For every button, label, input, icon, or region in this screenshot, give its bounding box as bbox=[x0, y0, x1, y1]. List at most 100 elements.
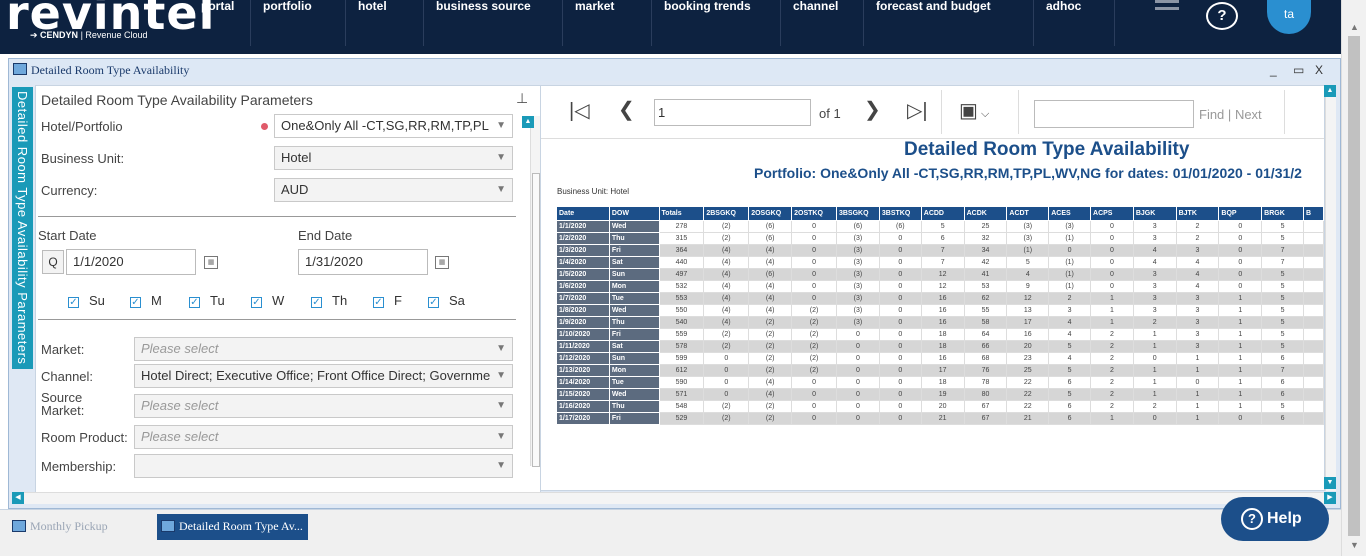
nav-channel[interactable]: channel bbox=[780, 0, 838, 46]
taskbar-tab-monthly-pickup[interactable]: Monthly Pickup bbox=[8, 514, 148, 540]
calendar-icon[interactable]: ▦ bbox=[204, 256, 218, 269]
checkbox-tu[interactable]: ✓ Tu bbox=[189, 293, 225, 308]
source-market-select[interactable]: Please select ▼ bbox=[134, 394, 513, 418]
table-cell bbox=[1303, 268, 1324, 281]
start-date-input[interactable]: 1/1/2020 bbox=[66, 249, 196, 275]
table-row: 1/2/2020 Thu 315 (2) (6) 0 (3) 0 6 32 (3) (1) 0 3 2 0 5 bbox=[556, 232, 1324, 245]
nav-hotel[interactable]: hotel bbox=[345, 0, 387, 46]
table-cell: 3 bbox=[1132, 232, 1177, 245]
scroll-up-icon[interactable]: ▲ bbox=[522, 116, 534, 128]
business-unit-select[interactable]: Hotel ▼ bbox=[274, 146, 513, 170]
table-cell: 612 bbox=[658, 364, 705, 377]
nav-portal[interactable]: portal bbox=[189, 0, 234, 46]
page-scrollbar[interactable]: ▲ ▼ bbox=[1341, 0, 1366, 556]
scroll-right-icon[interactable]: ▶ bbox=[1324, 492, 1336, 504]
table-cell: 0 bbox=[1090, 220, 1134, 233]
nav-portfolio[interactable]: portfolio bbox=[250, 0, 312, 46]
parameters-scrollbar-thumb[interactable] bbox=[532, 173, 540, 467]
room-product-select[interactable]: Please select ▼ bbox=[134, 425, 513, 449]
table-cell: 0 bbox=[791, 400, 837, 413]
table-cell: (4) bbox=[703, 244, 750, 257]
next-link[interactable]: Next bbox=[1235, 107, 1262, 122]
parameters-scrollbar[interactable] bbox=[530, 116, 540, 467]
parameters-panel: Detailed Room Type Availability Paramete… bbox=[35, 85, 541, 493]
table-cell: 16 bbox=[920, 304, 965, 317]
channel-select[interactable]: Hotel Direct; Executive Office; Front Of… bbox=[134, 364, 513, 388]
find-input[interactable] bbox=[1034, 100, 1194, 128]
report-scrollbar[interactable] bbox=[1325, 85, 1336, 491]
table-cell: 1 bbox=[1175, 364, 1220, 377]
horizontal-scrollbar[interactable] bbox=[13, 492, 1335, 504]
last-page-icon[interactable]: ▷| bbox=[907, 98, 928, 123]
quick-date-button[interactable]: Q bbox=[42, 250, 64, 274]
table-cell: 571 bbox=[658, 388, 705, 401]
table-cell: 497 bbox=[658, 268, 705, 281]
checkbox-su[interactable]: ✓ Su bbox=[68, 293, 105, 308]
help-button[interactable]: ? Help bbox=[1221, 497, 1329, 541]
membership-select[interactable]: ▼ bbox=[134, 454, 513, 478]
market-label: Market: bbox=[41, 342, 85, 357]
taskbar-tab-detailed-room-type[interactable]: Detailed Room Type Av... bbox=[157, 514, 308, 540]
scroll-down-arrow-icon[interactable]: ▼ bbox=[1350, 540, 1359, 550]
page-count: of 1 bbox=[819, 106, 841, 121]
table-row: 1/8/2020 Wed 550 (4) (4) (2) (3) 0 16 55 13 3 1 3 3 1 5 bbox=[556, 304, 1324, 317]
scroll-up-icon[interactable]: ▲ bbox=[1324, 85, 1336, 97]
chevron-down-icon[interactable]: ⌵ bbox=[978, 108, 989, 120]
table-cell: 21 bbox=[920, 412, 965, 425]
minimize-button[interactable]: _ bbox=[1270, 59, 1277, 81]
find-link[interactable]: Find bbox=[1199, 107, 1224, 122]
hotel-portfolio-select[interactable]: One&Only All -CT,SG,RR,RM,TP,PL ▼ bbox=[274, 114, 513, 138]
pin-icon[interactable]: ⊥ bbox=[516, 90, 528, 107]
currency-select[interactable]: AUD ▼ bbox=[274, 178, 513, 202]
nav-business-source[interactable]: business source bbox=[423, 0, 531, 46]
table-cell: (2) bbox=[748, 400, 793, 413]
scroll-left-icon[interactable]: ◀ bbox=[12, 492, 24, 504]
checkbox-sa[interactable]: ✓ Sa bbox=[428, 293, 465, 308]
end-date-input[interactable]: 1/31/2020 bbox=[298, 249, 428, 275]
table-cell: (2) bbox=[748, 412, 793, 425]
checkbox-w[interactable]: ✓ W bbox=[251, 293, 284, 308]
maximize-button[interactable]: ▭ bbox=[1293, 59, 1304, 81]
user-avatar[interactable]: ta bbox=[1267, 0, 1311, 34]
nav-adhoc[interactable]: adhoc bbox=[1033, 0, 1081, 46]
table-cell: 590 bbox=[658, 376, 705, 389]
table-cell: 1/16/2020 bbox=[556, 400, 610, 413]
table-cell: (4) bbox=[748, 376, 793, 389]
table-cell: 0 bbox=[791, 280, 837, 293]
parameters-vertical-tab[interactable]: Detailed Room Type Availability Paramete… bbox=[12, 87, 33, 369]
table-cell: 1 bbox=[1218, 400, 1263, 413]
scroll-down-icon[interactable]: ▼ bbox=[1324, 477, 1336, 489]
nav-forecast-and-budget[interactable]: forecast and budget bbox=[863, 0, 991, 46]
table-cell: 3 bbox=[1132, 268, 1177, 281]
page-number-input[interactable]: 1 bbox=[654, 99, 811, 126]
market-select[interactable]: Please select ▼ bbox=[134, 337, 513, 361]
help-icon: ? bbox=[1241, 508, 1263, 530]
first-page-icon[interactable]: |◁ bbox=[569, 98, 590, 123]
close-button[interactable]: X bbox=[1315, 59, 1323, 81]
next-page-icon[interactable]: ❯ bbox=[864, 97, 881, 122]
table-cell: 1/12/2020 bbox=[556, 352, 610, 365]
nav-booking-trends[interactable]: booking trends bbox=[651, 0, 751, 46]
checkbox-f[interactable]: ✓ F bbox=[373, 293, 402, 308]
table-cell: (1) bbox=[1048, 280, 1092, 293]
table-cell: 4 bbox=[1175, 268, 1220, 281]
previous-page-icon[interactable]: ❮ bbox=[618, 97, 635, 122]
checkbox-m[interactable]: ✓ M bbox=[130, 293, 162, 308]
save-export-icon[interactable]: ▣ ⌵ bbox=[959, 98, 989, 123]
table-cell: 4 bbox=[1006, 268, 1050, 281]
page-scrollbar-thumb[interactable] bbox=[1348, 36, 1360, 536]
calendar-icon[interactable]: ▦ bbox=[435, 256, 449, 269]
taskbar: Monthly Pickup Detailed Room Type Av... bbox=[0, 509, 1341, 556]
table-cell: 0 bbox=[878, 232, 922, 245]
checkbox-th[interactable]: ✓ Th bbox=[311, 293, 347, 308]
nav-market[interactable]: market bbox=[562, 0, 614, 46]
column-header: 2OSTKQ bbox=[791, 206, 837, 221]
hamburger-menu-icon[interactable] bbox=[1155, 0, 1179, 18]
top-navigation-bar: revintel ➔ CENDYN | Revenue Cloud portal… bbox=[0, 0, 1341, 54]
table-cell: (1) bbox=[1006, 244, 1050, 257]
window-icon bbox=[12, 520, 26, 532]
table-cell: 1 bbox=[1132, 388, 1177, 401]
toolbar-separator bbox=[941, 90, 942, 134]
help-circle-icon[interactable]: ? bbox=[1206, 2, 1238, 30]
scroll-up-arrow-icon[interactable]: ▲ bbox=[1350, 22, 1359, 32]
